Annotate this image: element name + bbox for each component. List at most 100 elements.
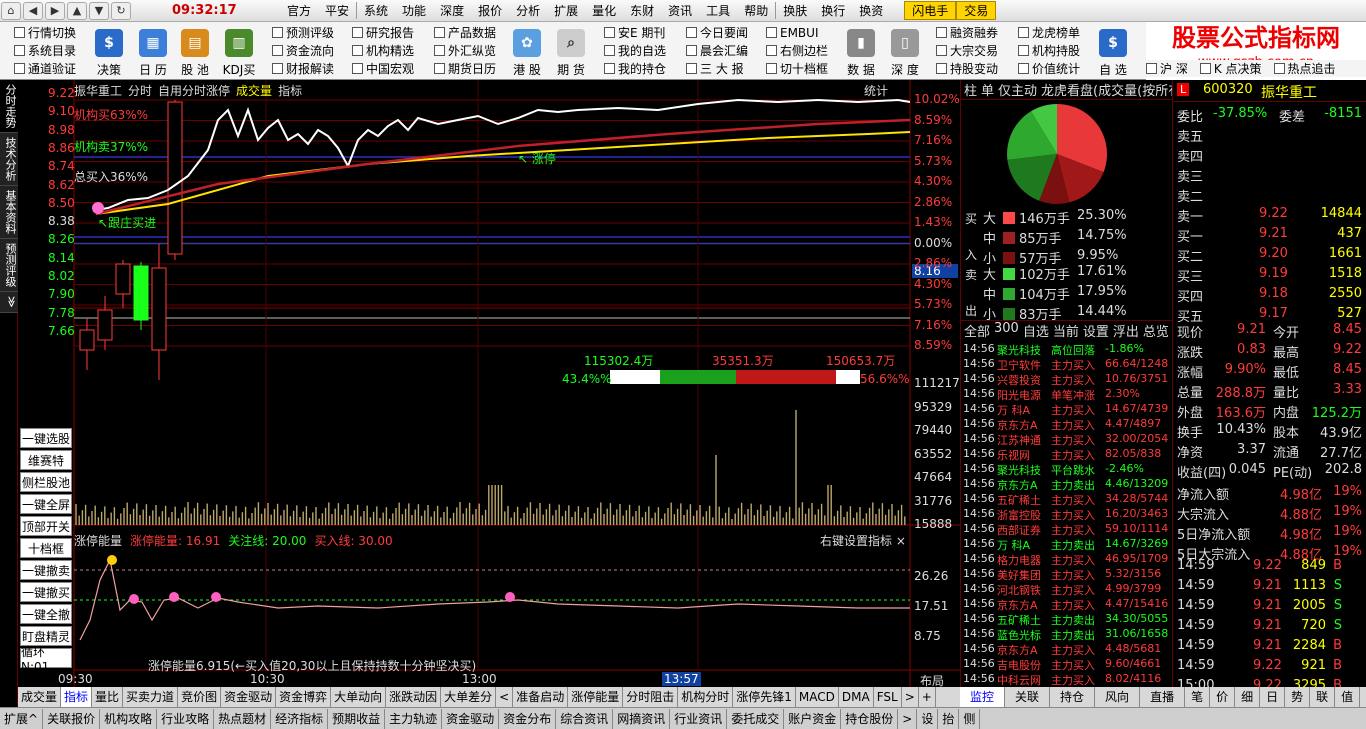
checkbox-icon[interactable] [766,27,777,38]
indicator-tab-16[interactable]: MACD [796,687,839,707]
news-item[interactable]: 14:56 蓝色光标 主力卖出 31.06/1658 [961,627,1172,642]
news-filter-1[interactable]: 300 [994,321,1019,340]
news-item[interactable]: 14:56 京东方A 主力买入 4.47/15416 [961,597,1172,612]
right-tab-1[interactable]: 关联 [1005,687,1051,707]
expand-icon[interactable]: ≫ [0,292,18,313]
refresh-icon[interactable]: ↻ [111,1,131,20]
toolbar-check-col1-0[interactable]: 行情切换 [14,24,76,41]
news-filter-0[interactable]: 全部 [964,321,990,340]
news-item[interactable]: 14:56 聚光科技 平台跳水 -2.46% [961,462,1172,477]
vtab-3[interactable]: 预测评级 [0,239,18,292]
news-item[interactable]: 14:56 阳光电源 单笔冲涨 2.30% [961,387,1172,402]
order-flow-tab-1[interactable]: 单 [981,80,994,99]
toolbar-check-col8-1[interactable]: 大宗交易 [936,42,998,59]
news-item[interactable]: 14:56 西部证券 主力买入 59.10/1114 [961,522,1172,537]
right-tab-9[interactable]: 势 [1285,687,1311,707]
news-item[interactable]: 14:56 河北钢铁 主力买入 4.99/3799 [961,582,1172,597]
vtab-2[interactable]: 基本资料 [0,186,18,239]
checkbox-icon[interactable] [14,45,25,56]
checkbox-icon[interactable] [686,63,697,74]
status-item-16[interactable]: > [898,708,918,729]
quick-button-1[interactable]: 维赛特 [20,450,72,470]
news-filter-6[interactable]: 总览 [1143,321,1169,340]
menu-item-8[interactable]: 量化 [585,2,623,19]
menu-item-6[interactable]: 分析 [509,2,547,19]
toolbar-check-col4-2[interactable]: 期货日历 [434,60,496,77]
indicator-tab-19[interactable]: > [902,687,919,707]
indicator-tab-2[interactable]: 量比 [92,687,124,707]
status-item-12[interactable]: 行业资讯 [670,708,728,729]
quick-button-0[interactable]: 一键选股 [20,428,72,448]
status-item-11[interactable]: 网摘资讯 [613,708,671,729]
news-item[interactable]: 14:56 吉电股份 主力买入 9.60/4661 [961,657,1172,672]
status-item-13[interactable]: 委托成交 [727,708,785,729]
toolbar-check-col6-0[interactable]: 今日要闻 [686,24,748,41]
news-filter-2[interactable]: 自选 [1023,321,1049,340]
indicator-tab-14[interactable]: 机构分时 [678,687,734,707]
menu-item-14[interactable]: 换行 [814,2,852,19]
news-item[interactable]: 14:56 浙富控股 主力买入 16.20/3463 [961,507,1172,522]
status-item-9[interactable]: 资金分布 [499,708,557,729]
status-item-10[interactable]: 综合资讯 [556,708,614,729]
toolbar-check-col9-1[interactable]: 机构持股 [1018,42,1080,59]
indicator-tab-18[interactable]: FSL [874,687,902,707]
news-item[interactable]: 14:56 京东方A 主力买入 4.48/5681 [961,642,1172,657]
checkbox-icon[interactable] [272,27,283,38]
forward-icon[interactable]: ▶ [45,1,65,20]
checkbox-icon[interactable] [1273,63,1285,74]
decision-button[interactable]: $ 决策 [86,24,132,78]
vtab-1[interactable]: 技术分析 [0,133,18,186]
quick-button-2[interactable]: 侧栏股池 [20,472,72,492]
menu-item-3[interactable]: 功能 [395,2,433,19]
news-item[interactable]: 14:56 兴蓉投资 主力买入 10.76/3751 [961,372,1172,387]
toolbar-check-col9-2[interactable]: 价值统计 [1018,60,1080,77]
stat-button[interactable]: 统计 [864,82,888,99]
toolbar-check-col6-1[interactable]: 晨会汇编 [686,42,748,59]
checkbox-icon[interactable] [1018,63,1029,74]
indicator-setting[interactable]: 右键设置指标 × [820,532,906,549]
news-item[interactable]: 14:56 江苏神通 主力买入 32.00/2054 [961,432,1172,447]
checkbox-icon[interactable] [604,45,615,56]
indicator-tab-12[interactable]: 涨停能量 [568,687,624,707]
toolbar-check-col3-2[interactable]: 中国宏观 [352,60,414,77]
checkbox-icon[interactable] [14,27,25,38]
hk-stock-button[interactable]: ✿ 港 股 [504,24,550,78]
checkbox-icon[interactable] [604,27,615,38]
quick-button-3[interactable]: 一键全屏 [20,494,72,514]
calendar-button[interactable]: ▦ 日 历 [130,24,176,78]
flash-trade-button[interactable]: 闪电手 [904,1,957,20]
checkbox-icon[interactable] [272,45,283,56]
news-filter-4[interactable]: 设置 [1083,321,1109,340]
indicator-tab-6[interactable]: 资金博弈 [276,687,332,707]
indicator-name[interactable]: 涨停能量 [74,532,122,549]
checkbox-icon[interactable] [272,63,283,74]
back-icon[interactable]: ◀ [23,1,43,20]
status-item-3[interactable]: 行业攻略 [157,708,215,729]
checkbox-icon[interactable] [434,45,445,56]
right-tab-7[interactable]: 细 [1235,687,1261,707]
checkbox-icon[interactable] [936,45,947,56]
quick-button-7[interactable]: 一键撤买 [20,582,72,602]
status-item-7[interactable]: 主力轨迹 [385,708,443,729]
menu-item-2[interactable]: 系统 [356,2,395,19]
indicator-tab-11[interactable]: 准备启动 [513,687,569,707]
indicator-tab-7[interactable]: 大单动向 [331,687,387,707]
indicator-tab-10[interactable]: < [496,687,514,707]
menu-item-4[interactable]: 深度 [433,2,471,19]
chart-header-2[interactable]: 自用分时涨停 [158,82,230,99]
right-tab-4[interactable]: 直播 [1140,687,1186,707]
indicator-tab-0[interactable]: 成交量 [18,687,62,707]
toolbar-check-col7-2[interactable]: 切十档框 [766,60,828,77]
checkbox-icon[interactable] [1199,63,1211,74]
indicator-tab-1[interactable]: 指标 [61,687,93,707]
toolbar-check-col1-1[interactable]: 系统目录 [14,42,76,59]
futures-button[interactable]: ⌕ 期 货 [548,24,594,78]
toolbar-check-col5-2[interactable]: 我的持仓 [604,60,666,77]
toolbar-check-col7-0[interactable]: EMBUI [766,24,828,41]
toolbar-check-col9-0[interactable]: 龙虎榜单 [1018,24,1080,41]
menu-item-1[interactable]: 平安 [318,2,356,19]
news-item[interactable]: 14:56 中科云网 主力买入 8.02/4116 [961,672,1172,687]
chart-header-3[interactable]: 成交量 [236,82,272,99]
chart-header-4[interactable]: 指标 [278,82,302,99]
menu-item-12[interactable]: 帮助 [737,2,775,19]
